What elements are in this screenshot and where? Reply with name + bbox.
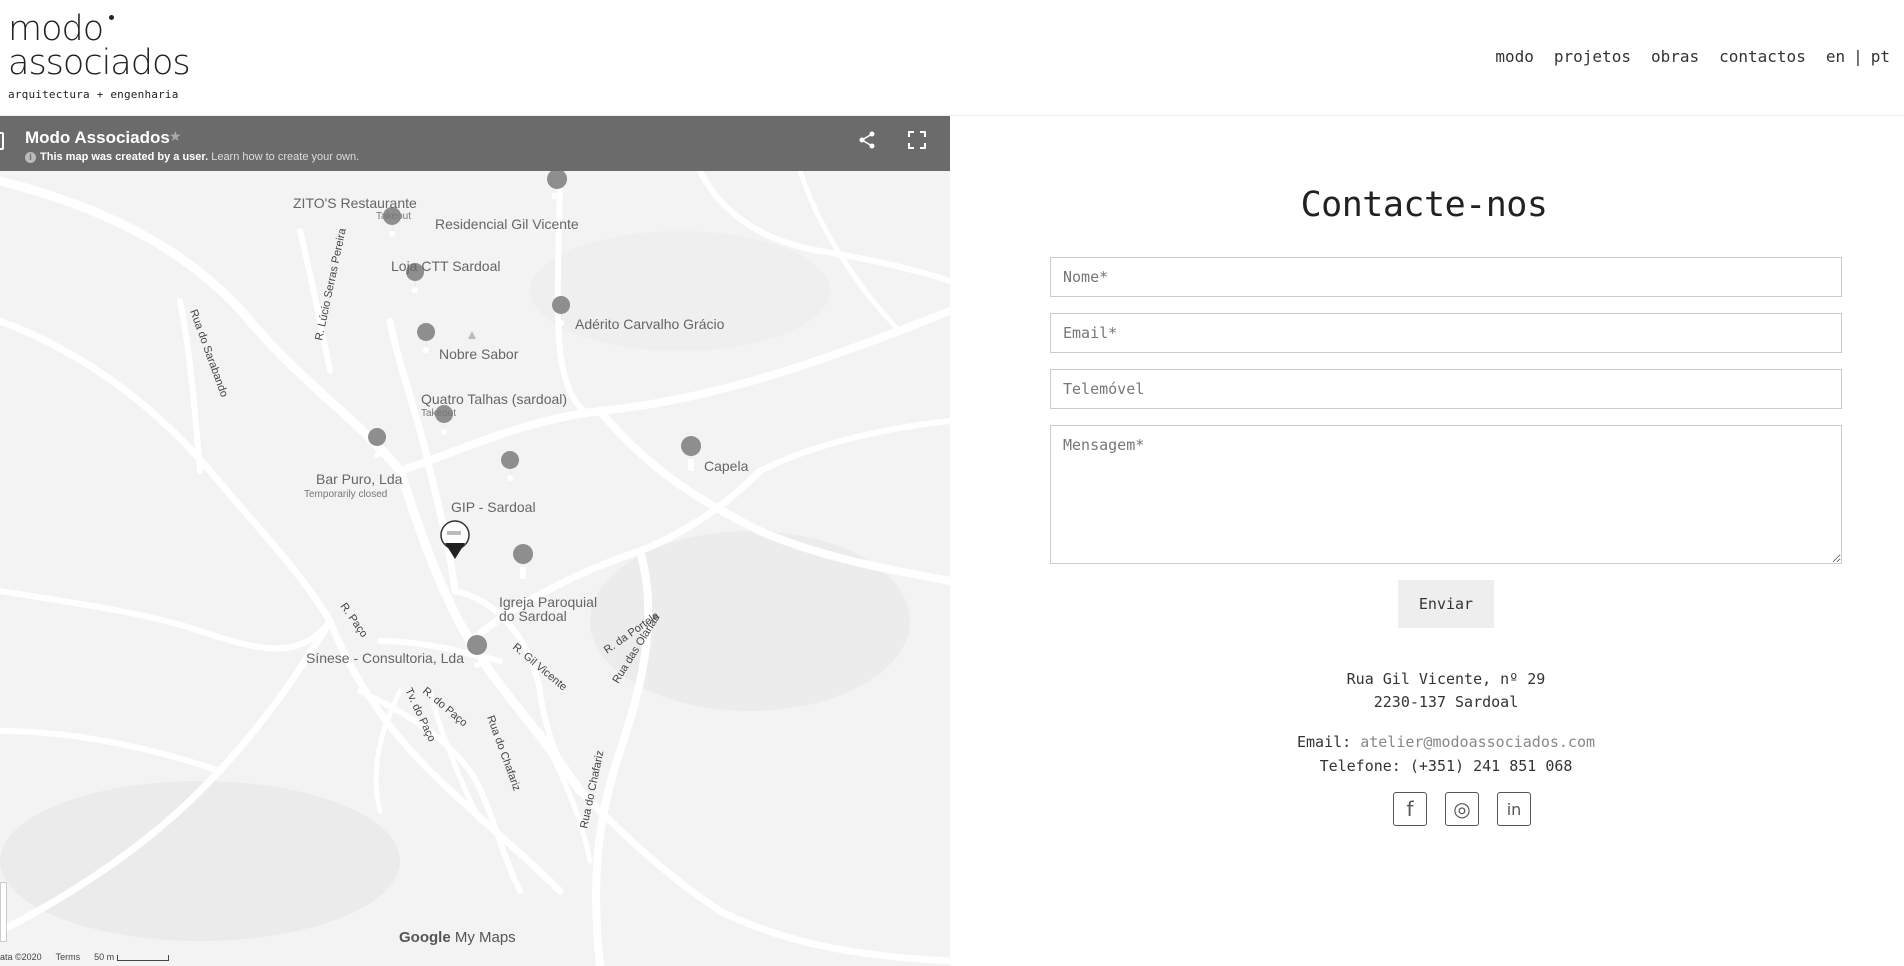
contact-section: Contacte-nos Enviar Rua Gil Vicente, nº …	[950, 116, 1904, 966]
poi-ctt: Loja CTT Sardoal	[391, 258, 500, 274]
logo-word-modo: modo	[8, 12, 190, 47]
poi-zitos: ZITO'S Restaurante	[293, 195, 417, 211]
map-menu-icon[interactable]	[0, 132, 4, 150]
poi-capela: Capela	[704, 458, 749, 474]
facebook-icon[interactable]: f	[1393, 792, 1427, 826]
phone-value: (+351) 241 851 068	[1409, 757, 1573, 775]
poi-sinese: Sínese - Consultoria, Lda	[306, 650, 464, 666]
site-header: modo associados arquitectura + engenhari…	[0, 0, 1904, 116]
lang-en-link[interactable]: en	[1826, 47, 1845, 66]
map-scale: 50 m	[94, 952, 169, 962]
logo-dot	[109, 15, 114, 20]
map-terms-link[interactable]: Terms	[56, 952, 81, 962]
map-roads-layer: ZITO'S Restaurante Takeout Residencial G…	[0, 168, 950, 966]
poi-igreja-2: do Sardoal	[499, 608, 567, 624]
star-icon[interactable]: ★	[169, 128, 182, 145]
map-footer: ata ©2020 Terms 50 m	[0, 952, 169, 962]
address-line-1: Rua Gil Vicente, nº 29	[1346, 670, 1546, 688]
submit-button[interactable]: Enviar	[1398, 580, 1494, 628]
poi-quatro-sub: Takeout	[421, 408, 456, 419]
email-row: Email: atelier@modoassociados.com	[1296, 733, 1596, 751]
address-line-2: 2230-137 Sardoal	[1373, 693, 1519, 711]
poi-quatro: Quatro Talhas (sardoal)	[421, 391, 567, 407]
map-notice: i This map was created by a user. Learn h…	[25, 151, 359, 163]
map-zoom-control[interactable]	[0, 882, 7, 942]
map-header-bar: Modo Associados ★ i This map was created …	[0, 116, 950, 171]
instagram-icon[interactable]: ◎	[1445, 792, 1479, 826]
poi-nobre: Nobre Sabor	[439, 346, 519, 362]
nav-item-obras[interactable]: obras	[1651, 47, 1699, 66]
brand-logo[interactable]: modo associados arquitectura + engenhari…	[8, 12, 191, 102]
logo-word-associados: associados	[8, 43, 191, 83]
poi-gip: GIP - Sardoal	[451, 499, 536, 515]
language-switcher: en | pt	[1826, 47, 1890, 66]
info-icon: i	[25, 152, 36, 163]
linkedin-icon[interactable]: in	[1497, 792, 1531, 826]
nav-item-modo[interactable]: modo	[1495, 47, 1534, 66]
lang-separator: |	[1853, 47, 1863, 66]
phone-row: Telefone: (+351) 241 851 068	[1319, 757, 1573, 775]
contact-title: Contacte-nos	[1300, 185, 1548, 225]
main-nav: modo projetos obras contactos en | pt	[1495, 47, 1890, 66]
poi-bar-sub: Temporarily closed	[304, 489, 387, 500]
phone-input[interactable]	[1050, 369, 1842, 409]
poi-zitos-sub: Takeout	[376, 211, 411, 222]
poi-residencial: Residencial Gil Vicente	[435, 216, 579, 232]
nav-item-contactos[interactable]: contactos	[1719, 47, 1806, 66]
email-input[interactable]	[1050, 313, 1842, 353]
google-my-maps-logo: Google My Maps	[399, 929, 516, 946]
fullscreen-icon[interactable]	[907, 130, 927, 150]
social-links: f ◎ in	[1393, 792, 1531, 826]
email-link[interactable]: atelier@modoassociados.com	[1360, 733, 1595, 751]
map-title[interactable]: Modo Associados	[25, 128, 170, 148]
map-data-credit: ata ©2020	[0, 952, 42, 962]
poi-bar: Bar Puro, Lda	[316, 471, 403, 487]
embedded-map[interactable]: ZITO'S Restaurante Takeout Residencial G…	[0, 116, 950, 966]
address-block: Rua Gil Vicente, nº 29 2230-137 Sardoal	[950, 668, 1904, 714]
map-canvas[interactable]: ZITO'S Restaurante Takeout Residencial G…	[0, 168, 950, 966]
contact-info: Email: atelier@modoassociados.com Telefo…	[950, 730, 1904, 778]
lang-pt-link[interactable]: pt	[1871, 47, 1890, 66]
logo-tagline: arquitectura + engenharia	[8, 88, 179, 101]
nav-item-projetos[interactable]: projetos	[1554, 47, 1631, 66]
learn-more-link[interactable]: Learn how to create your own.	[211, 151, 359, 163]
message-textarea[interactable]	[1050, 425, 1842, 564]
share-icon[interactable]	[857, 130, 877, 150]
poi-aderito: Adérito Carvalho Grácio	[575, 316, 725, 332]
name-input[interactable]	[1050, 257, 1842, 297]
